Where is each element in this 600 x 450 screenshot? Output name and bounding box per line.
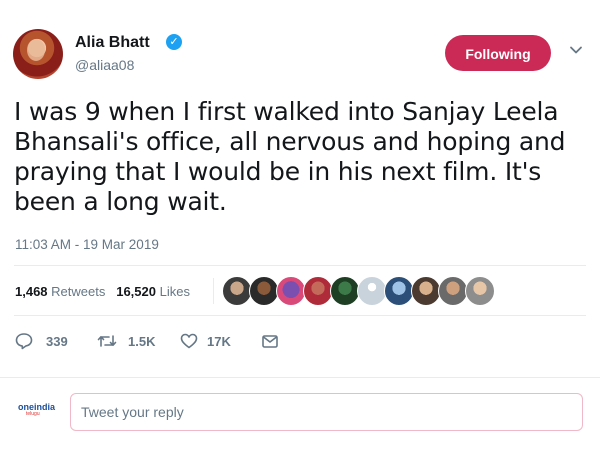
author-avatar[interactable]: [13, 29, 63, 79]
liker-avatar[interactable]: [384, 276, 414, 306]
liker-avatars: [222, 276, 495, 306]
verified-badge-icon: ✓: [166, 34, 182, 50]
retweets-label: Retweets: [51, 284, 106, 299]
tweet-timestamp[interactable]: 11:03 AM - 19 Mar 2019: [15, 237, 159, 252]
retweets-count: 1,468: [15, 284, 48, 299]
liker-avatar[interactable]: [249, 276, 279, 306]
retweet-icon: [97, 335, 117, 347]
envelope-icon: [262, 335, 278, 348]
oneindia-watermark: oneindia telugu: [18, 402, 55, 424]
liker-avatar[interactable]: [303, 276, 333, 306]
retweets-stat[interactable]: 1,468 Retweets: [15, 284, 105, 299]
divider: [14, 265, 586, 266]
chevron-down-icon[interactable]: [568, 42, 584, 58]
likes-count: 16,520: [116, 284, 156, 299]
divider: [0, 377, 600, 378]
engagement-stats: 1,468 Retweets 16,520 Likes: [15, 284, 190, 299]
retweet-button[interactable]: 1.5K: [96, 330, 166, 354]
liker-avatar[interactable]: [222, 276, 252, 306]
like-count: 17K: [207, 334, 231, 349]
likes-label: Likes: [159, 284, 190, 299]
tweet-reply-input[interactable]: Tweet your reply: [70, 393, 583, 431]
tweet-actions: 339 1.5K 17K: [14, 330, 314, 354]
tweet-card: Alia Bhatt ✓ @aliaa08 Following I was 9 …: [0, 0, 600, 450]
direct-message-button[interactable]: [260, 330, 284, 354]
stats-separator: [213, 278, 214, 304]
liker-avatar[interactable]: [357, 276, 387, 306]
liker-avatar[interactable]: [438, 276, 468, 306]
liker-avatar[interactable]: [411, 276, 441, 306]
likes-stat[interactable]: 16,520 Likes: [116, 284, 190, 299]
liker-avatar[interactable]: [465, 276, 495, 306]
reply-count: 339: [46, 334, 68, 349]
author-display-name[interactable]: Alia Bhatt: [75, 34, 150, 52]
heart-icon: [180, 333, 198, 349]
liker-avatar[interactable]: [330, 276, 360, 306]
author-handle[interactable]: @aliaa08: [75, 57, 134, 73]
reply-icon: [15, 333, 33, 350]
like-button[interactable]: 17K: [179, 330, 249, 354]
reply-button[interactable]: 339: [14, 330, 74, 354]
divider: [14, 315, 586, 316]
tweet-text: I was 9 when I first walked into Sanjay …: [14, 97, 566, 216]
following-button[interactable]: Following: [445, 35, 551, 71]
retweet-count: 1.5K: [128, 334, 156, 349]
liker-avatar[interactable]: [276, 276, 306, 306]
